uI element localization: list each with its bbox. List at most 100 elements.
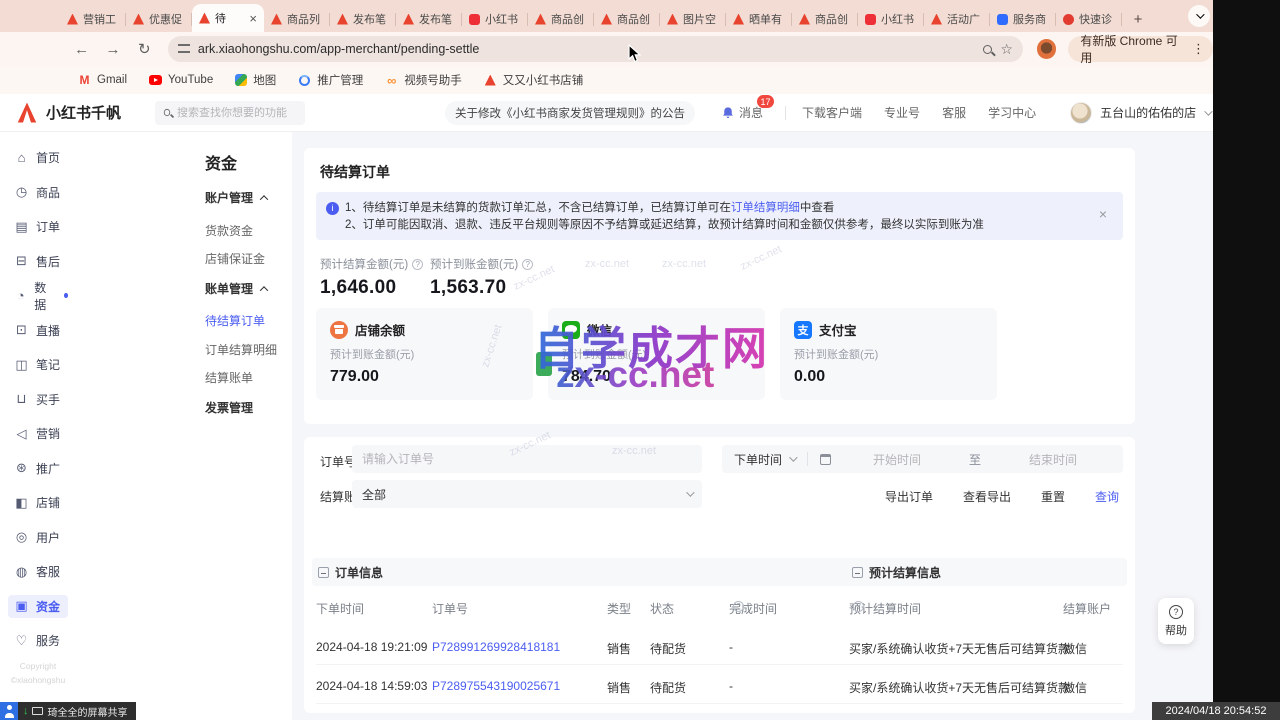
submenu-item-loan-funds[interactable]: 货款资金 [205,222,253,239]
end-time-placeholder[interactable]: 结束时间 [1029,451,1077,468]
nav-aftersale[interactable]: ⊟售后 [8,250,68,273]
bookmark-promotion[interactable]: 推广管理 [298,72,363,88]
order-link[interactable]: P728975543190025671 [432,679,560,693]
submenu-group-invoice[interactable]: 发票管理 [205,399,253,416]
question-icon[interactable]: ? [522,259,533,270]
chrome-update-pill[interactable]: 有新版 Chrome 可用 ⋮ [1068,36,1213,62]
browser-tab[interactable]: 服务商 [990,6,1056,32]
question-icon[interactable]: ? [733,601,744,612]
submenu-item-deposit[interactable]: 店铺保证金 [205,250,265,267]
nav-users[interactable]: ◎用户 [8,526,68,549]
browser-tab[interactable]: 优惠促 [126,6,192,32]
back-button[interactable]: ← [70,37,93,61]
question-icon[interactable]: ? [412,259,423,270]
browser-tab[interactable]: 商品创 [792,6,858,32]
maps-icon [235,74,247,86]
query-button[interactable]: 查询 [1095,488,1119,505]
date-range-picker[interactable]: 下单时间 开始时间 至 结束时间 [722,445,1123,473]
collapse-icon[interactable] [318,567,329,578]
pro-account-link[interactable]: 专业号 [884,104,920,121]
nav-goods[interactable]: ◷商品 [8,181,68,204]
browser-tab[interactable]: 活动广 [924,6,990,32]
reload-button[interactable]: ↻ [133,37,156,61]
tab-close-icon[interactable]: × [249,12,257,25]
nav-orders[interactable]: ▤订单 [8,215,68,238]
filter-actions: 导出订单 查看导出 重置 查询 [885,488,1119,505]
chrome-menu-icon[interactable]: ⋮ [1192,41,1205,57]
submenu-item-settle-bill[interactable]: 结算账单 [205,369,253,386]
nav-home[interactable]: ⌂首页 [8,146,68,169]
nav-promotion[interactable]: ⊛推广 [8,457,68,480]
browser-tab[interactable]: 商品列 [264,6,330,32]
browser-tab[interactable]: 商品创 [528,6,594,32]
settle-account-select[interactable]: 全部 [352,480,702,508]
export-orders-button[interactable]: 导出订单 [885,488,933,505]
person-icon [0,702,18,720]
browser-tab[interactable]: 图片空 [660,6,726,32]
ark-favicon-icon [403,14,414,25]
submenu-item-settle-detail[interactable]: 订单结算明细 [205,341,277,358]
nav-service[interactable]: ◍客服 [8,560,68,583]
view-export-button[interactable]: 查看导出 [963,488,1011,505]
forward-button[interactable]: → [101,37,124,61]
bookmark-gmail[interactable]: MGmail [78,74,127,87]
bookmark-channels[interactable]: ∞视频号助手 [385,72,462,88]
nav-notes[interactable]: ◫笔记 [8,353,68,376]
browser-tab[interactable]: 发布笔 [396,6,462,32]
orders-card: 订单号 下单时间 开始时间 至 结束时间 结算账户 全部 [304,437,1135,713]
announcement-link[interactable]: 关于修改《小红书商家发货管理规则》的公告 [445,101,695,125]
chevron-down-icon[interactable] [1204,107,1212,115]
nav-funds[interactable]: ▣资金 [8,595,68,618]
browser-tab[interactable]: 发布笔 [330,6,396,32]
app-search-input[interactable] [177,107,297,119]
bookmark-xhs-store[interactable]: 又又小红书店铺 [484,72,584,88]
submenu-item-pending-settle[interactable]: 待结算订单 [205,312,265,329]
search-icon[interactable] [983,45,992,54]
bookmark-star-icon[interactable]: ☆ [1000,41,1013,58]
page-title: 待结算订单 [320,162,390,182]
group-settle-info: 预计结算信息 [852,564,941,581]
customer-service-link[interactable]: 客服 [942,104,966,121]
goods-icon: ◷ [14,184,29,200]
browser-tab[interactable]: 营销工 [60,6,126,32]
mouse-cursor [628,44,642,63]
submenu-group-bill[interactable]: 账单管理 [205,280,267,297]
download-client-link[interactable]: 下载客户端 [802,104,862,121]
nav-data[interactable]: ◔数据 [8,284,68,307]
tab-search-chevron-button[interactable] [1188,5,1210,27]
bookmark-youtube[interactable]: YouTube [149,74,213,87]
shop-name[interactable]: 五台山的佑佑的店 [1100,104,1196,121]
nav-marketing[interactable]: ◁营销 [8,422,68,445]
help-button[interactable]: ? 帮助 [1158,598,1194,644]
browser-tab[interactable]: 商品创 [594,6,660,32]
question-icon[interactable]: ? [853,601,864,612]
order-link[interactable]: P728991269928418181 [432,640,560,654]
screen-share-indicator[interactable]: ↓ 琦全全的屏幕共享 [0,702,136,720]
chrome-profile-avatar[interactable] [1037,39,1056,59]
submenu-group-account[interactable]: 账户管理 [205,189,267,206]
browser-tab[interactable]: 小红书 [858,6,924,32]
nav-live[interactable]: ⊡直播 [8,319,68,342]
start-time-placeholder[interactable]: 开始时间 [873,451,921,468]
bookmark-maps[interactable]: 地图 [235,72,276,88]
browser-tab-active[interactable]: 待× [192,4,264,32]
nav-services[interactable]: ♡服务 [8,629,68,652]
nav-shop[interactable]: ◧店铺 [8,491,68,514]
browser-tab[interactable]: 小红书 [462,6,528,32]
app-search-box[interactable] [155,101,305,125]
notice-close-icon[interactable]: × [1099,206,1107,222]
reset-button[interactable]: 重置 [1041,488,1065,505]
url-text[interactable]: ark.xiaohongshu.com/app-merchant/pending… [198,42,975,56]
address-bar[interactable]: ark.xiaohongshu.com/app-merchant/pending… [168,36,1023,62]
time-type-dropdown[interactable]: 下单时间 [722,451,807,468]
settle-detail-link[interactable]: 订单结算明细 [731,202,800,214]
shop-avatar[interactable] [1070,102,1092,124]
collapse-icon[interactable] [852,567,863,578]
messages-button[interactable]: 消息 17 [721,104,763,121]
site-settings-icon[interactable] [178,44,190,54]
browser-tab[interactable]: 晒单有 [726,6,792,32]
new-tab-button[interactable]: + [1128,9,1148,29]
learning-center-link[interactable]: 学习中心 [988,104,1036,121]
nav-buyer[interactable]: ⊔买手 [8,388,68,411]
browser-tab[interactable]: 快速诊 [1056,6,1122,32]
